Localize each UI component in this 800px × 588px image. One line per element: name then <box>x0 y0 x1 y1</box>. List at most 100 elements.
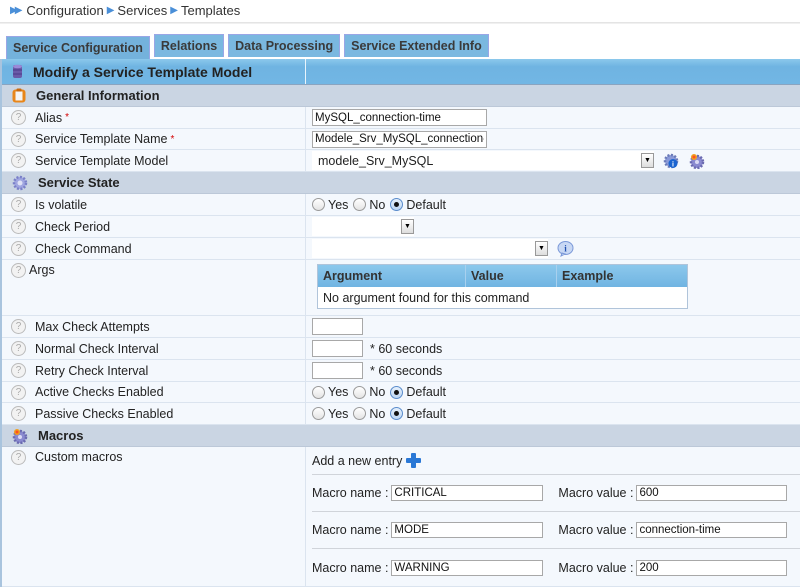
breadcrumb-configuration[interactable]: Configuration <box>26 3 103 18</box>
max-check-attempts-input[interactable] <box>312 318 363 335</box>
plus-icon[interactable] <box>406 453 422 468</box>
check-command-select[interactable]: ▼ <box>312 239 548 258</box>
template-settings-icon[interactable] <box>689 153 705 169</box>
clipboard-icon <box>12 88 26 103</box>
is-volatile-no-radio[interactable] <box>353 198 367 211</box>
breadcrumb-separator-icon: ▶ <box>106 5 115 16</box>
macro-entry: Macro name : Macro value : <box>312 512 800 549</box>
normal-check-interval-input[interactable] <box>312 340 363 357</box>
row-is-volatile: ? Is volatile Yes No Default <box>2 194 800 216</box>
help-icon[interactable]: ? <box>11 341 26 356</box>
passive-checks-radio-group: Yes No Default <box>312 407 448 421</box>
help-icon[interactable]: ? <box>11 131 26 147</box>
template-name-input[interactable] <box>312 130 487 148</box>
help-icon[interactable]: ? <box>11 241 26 256</box>
row-alias: ? Alias * <box>2 107 800 129</box>
passive-checks-default-radio[interactable] <box>390 407 404 420</box>
chevron-down-icon[interactable]: ▼ <box>641 153 654 168</box>
row-active-checks: ? Active Checks Enabled Yes No Default <box>2 382 800 403</box>
passive-checks-yes-radio[interactable] <box>312 407 325 420</box>
active-checks-no-radio[interactable] <box>353 385 367 399</box>
section-general-information: General Information <box>2 85 800 107</box>
row-custom-macros: ? Custom macros Add a new entry Macro na… <box>2 447 800 587</box>
help-icon[interactable]: ? <box>11 450 26 465</box>
gear-icon <box>12 175 28 190</box>
required-marker: * <box>170 133 175 145</box>
tab-relations[interactable]: Relations <box>153 34 225 57</box>
alias-label: Alias <box>35 110 63 125</box>
macro-name-input[interactable] <box>391 559 544 576</box>
svg-text:i: i <box>672 161 674 168</box>
template-model-select[interactable]: modele_Srv_MySQL ▼ <box>312 151 654 170</box>
breadcrumb-divider <box>0 22 800 24</box>
active-checks-label: Active Checks Enabled <box>35 385 164 399</box>
column-header-value: Value <box>466 265 557 287</box>
macros-gear-icon <box>12 428 28 444</box>
breadcrumb-services[interactable]: Services <box>117 3 167 18</box>
help-icon[interactable]: ? <box>11 219 26 234</box>
args-table-header: Argument Value Example <box>318 265 687 287</box>
active-checks-default-radio[interactable] <box>390 385 404 399</box>
help-icon[interactable]: ? <box>11 110 26 125</box>
add-entry-label[interactable]: Add a new entry <box>312 454 402 468</box>
help-icon[interactable]: ? <box>11 263 26 278</box>
macro-name-input[interactable] <box>391 485 544 501</box>
active-checks-yes-radio[interactable] <box>312 385 325 399</box>
service-template-form: Modify a Service Template Model General … <box>0 59 800 587</box>
template-model-label: Service Template Model <box>35 153 169 168</box>
row-check-period: ? Check Period ▼ <box>2 216 800 238</box>
info-icon[interactable]: i <box>557 240 574 257</box>
tab-service-extended-info[interactable]: Service Extended Info <box>344 34 489 57</box>
row-normal-check-interval: ? Normal Check Interval * 60 seconds <box>2 338 800 360</box>
macro-value-input[interactable] <box>636 522 788 538</box>
retry-check-interval-label: Retry Check Interval <box>35 363 149 378</box>
row-max-check-attempts: ? Max Check Attempts <box>2 316 800 338</box>
help-icon[interactable]: ? <box>11 319 26 334</box>
template-name-label: Service Template Name <box>35 132 168 146</box>
template-info-icon[interactable]: i <box>663 153 679 169</box>
tab-service-configuration[interactable]: Service Configuration <box>6 36 150 61</box>
args-empty-message: No argument found for this command <box>323 290 530 305</box>
breadcrumb-home-icon: ▶▶ <box>10 5 23 16</box>
breadcrumb-templates[interactable]: Templates <box>181 3 240 18</box>
macro-value-input[interactable] <box>636 559 788 576</box>
tab-data-processing[interactable]: Data Processing <box>228 34 341 57</box>
custom-macros-label: Custom macros <box>35 450 123 464</box>
help-icon[interactable]: ? <box>11 406 26 421</box>
breadcrumb-separator-icon: ▶ <box>170 5 178 16</box>
check-command-label: Check Command <box>35 241 132 256</box>
help-icon[interactable]: ? <box>11 384 26 400</box>
row-args: ? Args Argument Value Example No argumen… <box>2 260 800 316</box>
row-passive-checks: ? Passive Checks Enabled Yes No Default <box>2 403 800 425</box>
chevron-down-icon[interactable]: ▼ <box>401 219 414 234</box>
database-icon <box>13 64 22 78</box>
is-volatile-yes-radio[interactable] <box>312 198 325 211</box>
row-check-command: ? Check Command ▼ i <box>2 238 800 260</box>
tab-bar: Service Configuration Relations Data Pro… <box>6 34 489 61</box>
is-volatile-default-radio[interactable] <box>390 198 404 211</box>
required-marker: * <box>65 112 69 123</box>
active-checks-radio-group: Yes No Default <box>312 385 448 399</box>
macro-value-input[interactable] <box>636 485 788 501</box>
check-period-label: Check Period <box>35 219 111 234</box>
max-check-attempts-label: Max Check Attempts <box>35 319 150 334</box>
help-icon[interactable]: ? <box>11 197 26 212</box>
args-label: Args <box>29 263 55 277</box>
help-icon[interactable]: ? <box>11 153 26 168</box>
chevron-down-icon[interactable]: ▼ <box>535 241 548 256</box>
normal-check-interval-suffix: * 60 seconds <box>370 341 443 356</box>
row-template-model: ? Service Template Model modele_Srv_MySQ… <box>2 150 800 172</box>
add-macro-entry[interactable]: Add a new entry <box>312 447 800 475</box>
column-header-example: Example <box>562 269 614 283</box>
macro-entry: Macro name : Macro value : <box>312 549 800 586</box>
retry-check-interval-input[interactable] <box>312 362 363 379</box>
check-period-select[interactable]: ▼ <box>312 217 414 236</box>
is-volatile-label: Is volatile <box>35 197 88 212</box>
form-title-bar: Modify a Service Template Model <box>2 59 800 85</box>
passive-checks-no-radio[interactable] <box>353 407 367 420</box>
breadcrumb: ▶▶ Configuration ▶ Services ▶ Templates <box>10 3 240 18</box>
macro-name-input[interactable] <box>391 522 544 538</box>
macro-entry: Macro name : Macro value : <box>312 475 800 512</box>
alias-input[interactable] <box>312 109 487 126</box>
help-icon[interactable]: ? <box>11 363 26 378</box>
